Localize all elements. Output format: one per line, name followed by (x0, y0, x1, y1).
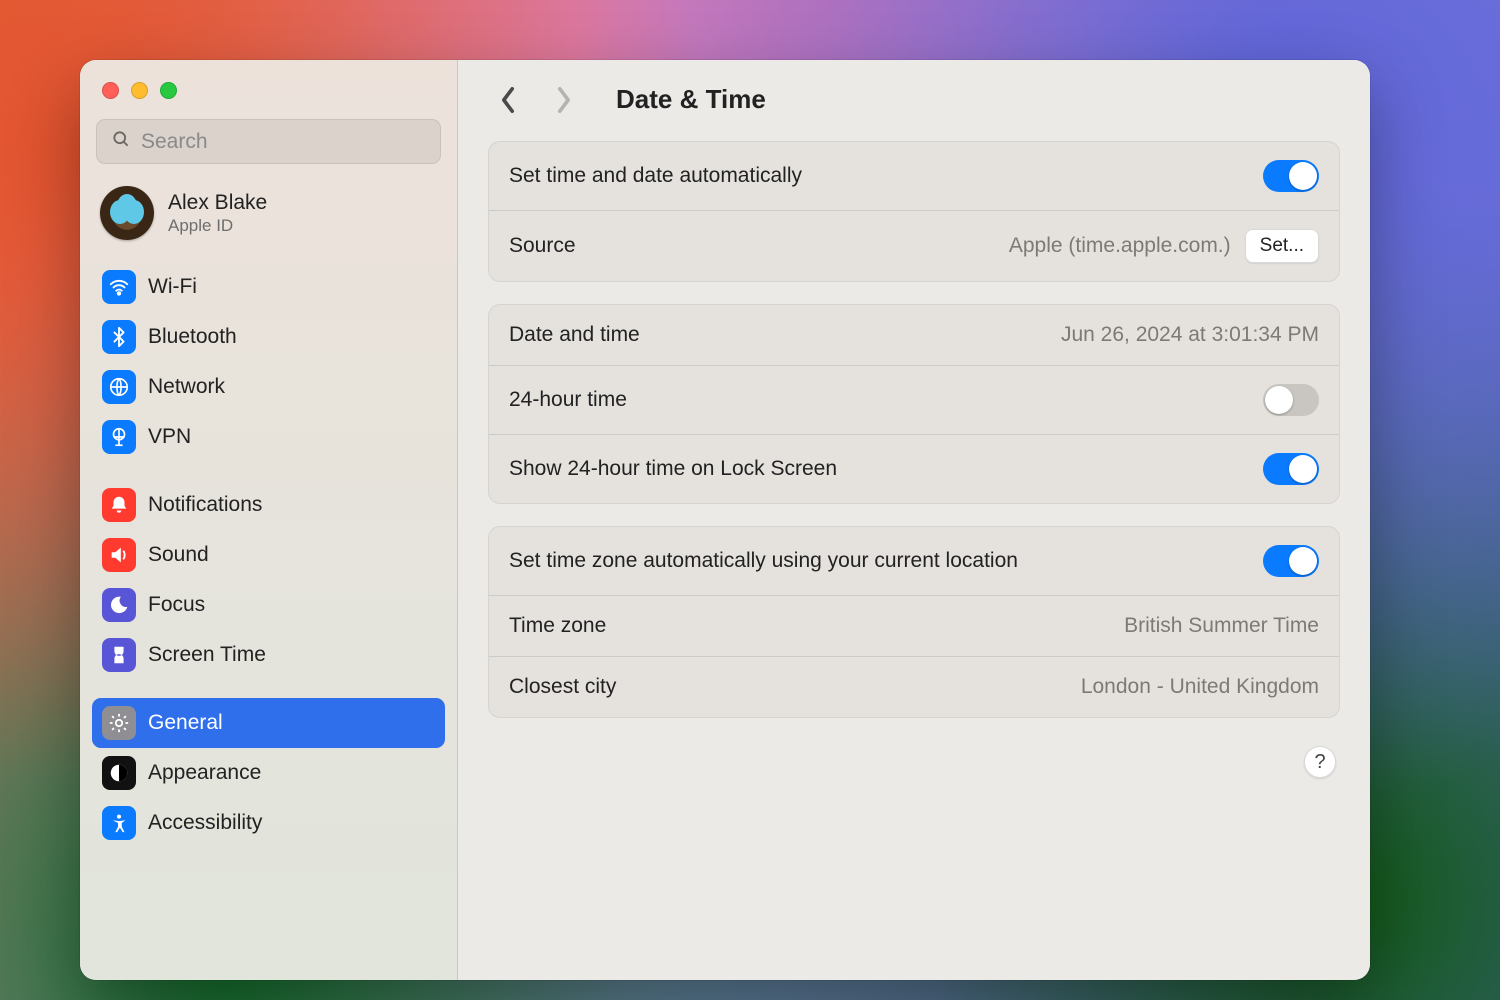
sound-icon (102, 538, 136, 572)
appearance-icon (102, 756, 136, 790)
toggle-24hour[interactable] (1263, 384, 1319, 416)
zoom-icon[interactable] (160, 82, 177, 99)
sidebar-item-label: Notifications (148, 493, 262, 517)
page-title: Date & Time (616, 84, 766, 115)
row-label: Source (509, 234, 576, 258)
sidebar-item-label: Accessibility (148, 811, 262, 835)
row-city: Closest city London - United Kingdom (489, 656, 1339, 717)
group-date-time: Date and time Jun 26, 2024 at 3:01:34 PM… (488, 304, 1340, 504)
row-auto-tz: Set time zone automatically using your c… (489, 527, 1339, 595)
avatar (100, 186, 154, 240)
content-pane: Date & Time Set time and date automatica… (458, 60, 1370, 980)
sidebar-item-label: Bluetooth (148, 325, 237, 349)
sidebar-item-label: Appearance (148, 761, 261, 785)
row-tz: Time zone British Summer Time (489, 595, 1339, 656)
group-auto-time: Set time and date automatically Source A… (488, 141, 1340, 282)
accessibility-icon (102, 806, 136, 840)
sidebar-item-label: Network (148, 375, 225, 399)
screentime-icon (102, 638, 136, 672)
focus-icon (102, 588, 136, 622)
close-icon[interactable] (102, 82, 119, 99)
sidebar-item-label: VPN (148, 425, 191, 449)
sidebar-item-general[interactable]: General (92, 698, 445, 748)
sidebar-item-notifications[interactable]: Notifications (92, 480, 445, 530)
network-icon (102, 370, 136, 404)
sidebar-item-network[interactable]: Network (92, 362, 445, 412)
row-label: Date and time (509, 323, 640, 347)
account-name: Alex Blake (168, 190, 267, 216)
minimize-icon[interactable] (131, 82, 148, 99)
help-button[interactable]: ? (1304, 746, 1336, 778)
tz-value: British Summer Time (1124, 614, 1319, 638)
bluetooth-icon (102, 320, 136, 354)
sidebar-item-bluetooth[interactable]: Bluetooth (92, 312, 445, 362)
row-label: Closest city (509, 675, 616, 699)
toggle-24hour-lock[interactable] (1263, 453, 1319, 485)
toggle-auto-time[interactable] (1263, 160, 1319, 192)
vpn-icon (102, 420, 136, 454)
search-input[interactable] (141, 130, 426, 154)
row-auto-time: Set time and date automatically (489, 142, 1339, 210)
date-time-value: Jun 26, 2024 at 3:01:34 PM (1061, 323, 1319, 347)
sidebar-item-label: Focus (148, 593, 205, 617)
source-value: Apple (time.apple.com.) (1009, 234, 1231, 258)
group-timezone: Set time zone automatically using your c… (488, 526, 1340, 718)
settings-window: Alex Blake Apple ID Wi-Fi Bluetooth (80, 60, 1370, 980)
row-source: Source Apple (time.apple.com.) Set... (489, 210, 1339, 281)
sidebar-list: Wi-Fi Bluetooth Network (92, 262, 445, 848)
row-24hour: 24-hour time (489, 365, 1339, 434)
sidebar-item-appearance[interactable]: Appearance (92, 748, 445, 798)
notifications-icon (102, 488, 136, 522)
sidebar-item-wifi[interactable]: Wi-Fi (92, 262, 445, 312)
sidebar-item-focus[interactable]: Focus (92, 580, 445, 630)
row-label: 24-hour time (509, 388, 627, 412)
city-value: London - United Kingdom (1081, 675, 1319, 699)
row-label: Show 24-hour time on Lock Screen (509, 457, 837, 481)
sidebar-item-label: Sound (148, 543, 209, 567)
sidebar-item-screentime[interactable]: Screen Time (92, 630, 445, 680)
sidebar-item-label: Screen Time (148, 643, 266, 667)
sidebar: Alex Blake Apple ID Wi-Fi Bluetooth (80, 60, 458, 980)
header: Date & Time (488, 84, 1340, 115)
toggle-auto-tz[interactable] (1263, 545, 1319, 577)
back-button[interactable] (494, 86, 522, 114)
forward-button (550, 86, 578, 114)
row-label: Set time and date automatically (509, 164, 802, 188)
search-icon (111, 129, 131, 154)
row-label: Time zone (509, 614, 606, 638)
sidebar-item-label: General (148, 711, 223, 735)
sidebar-item-accessibility[interactable]: Accessibility (92, 798, 445, 848)
set-source-button[interactable]: Set... (1245, 229, 1319, 263)
row-label: Set time zone automatically using your c… (509, 549, 1018, 573)
row-24hour-lock: Show 24-hour time on Lock Screen (489, 434, 1339, 503)
sidebar-item-sound[interactable]: Sound (92, 530, 445, 580)
wifi-icon (102, 270, 136, 304)
general-icon (102, 706, 136, 740)
account-row[interactable]: Alex Blake Apple ID (92, 182, 445, 262)
account-sub: Apple ID (168, 216, 267, 236)
row-date-time: Date and time Jun 26, 2024 at 3:01:34 PM (489, 305, 1339, 365)
sidebar-item-label: Wi-Fi (148, 275, 197, 299)
sidebar-item-vpn[interactable]: VPN (92, 412, 445, 462)
search-field[interactable] (96, 119, 441, 164)
window-controls (92, 78, 445, 119)
